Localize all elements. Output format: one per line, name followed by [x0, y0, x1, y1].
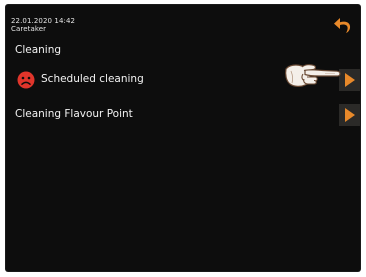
page-title: Cleaning	[15, 44, 62, 56]
app-screen: 22.01.2020 14:42 Caretaker Cleaning Sche…	[6, 5, 360, 271]
pointing-hand-icon	[285, 64, 341, 87]
back-arrow-icon	[334, 18, 351, 33]
menu-item-label: Cleaning Flavour Point	[15, 108, 133, 120]
sad-face-icon	[17, 71, 35, 89]
menu-item-cleaning-flavour-point[interactable]: Cleaning Flavour Point	[6, 104, 360, 126]
menu-item-label: Scheduled cleaning	[41, 73, 144, 85]
user-role: Caretaker	[11, 25, 47, 33]
open-cleaning-flavour-point-button[interactable]	[339, 104, 360, 126]
back-button[interactable]	[332, 14, 356, 36]
timestamp: 22.01.2020 14:42	[11, 17, 76, 25]
play-arrow-icon	[345, 73, 355, 87]
play-arrow-icon	[345, 108, 355, 122]
